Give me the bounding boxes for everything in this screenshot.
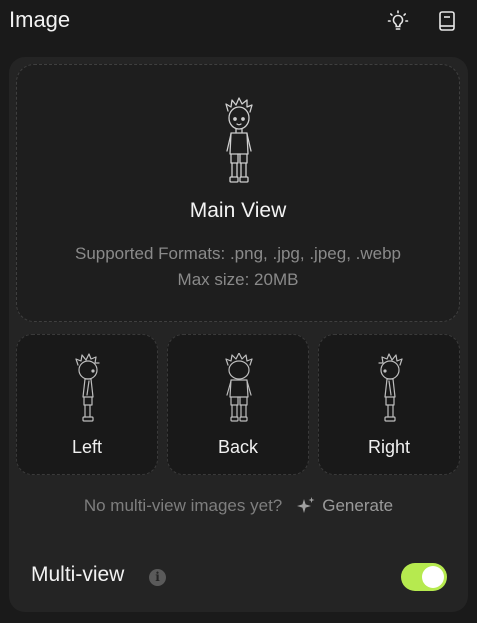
right-view-label: Right [367, 437, 411, 457]
main-view-label: Main View [189, 199, 287, 222]
character-right-icon [378, 353, 403, 422]
back-view-label: Back [217, 437, 259, 457]
back-view-dropzone[interactable]: Back [167, 334, 309, 475]
main-view-dropzone[interactable]: Main View Supported Formats: .png, .jpg,… [16, 64, 460, 322]
supported-formats-text: Supported Formats: .png, .jpg, .jpeg, .w… [74, 244, 402, 263]
toggle-knob [422, 566, 444, 588]
character-front-icon [225, 97, 253, 183]
generate-button[interactable]: Generate [296, 496, 393, 516]
upload-requirements: Supported Formats: .png, .jpg, .jpeg, .w… [17, 241, 459, 293]
no-multiview-text: No multi-view images yet? [83, 496, 283, 515]
max-size-text: Max size: 20MB [177, 270, 299, 289]
character-left-icon [75, 353, 100, 422]
sparkle-icon [297, 497, 315, 513]
right-view-dropzone[interactable]: Right [318, 334, 460, 475]
left-view-dropzone[interactable]: Left [16, 334, 158, 475]
character-back-icon [225, 353, 253, 422]
multiview-label: Multi-view [31, 563, 125, 586]
generate-label: Generate [322, 496, 394, 515]
left-view-label: Left [71, 437, 103, 457]
panel-title: Image [9, 7, 71, 32]
header: Image [0, 0, 477, 44]
lightbulb-icon[interactable] [385, 8, 411, 34]
info-icon[interactable]: i [149, 569, 166, 586]
generate-row: No multi-view images yet? Generate [0, 496, 477, 516]
multiview-toggle[interactable] [401, 563, 447, 591]
book-icon[interactable] [434, 8, 460, 34]
